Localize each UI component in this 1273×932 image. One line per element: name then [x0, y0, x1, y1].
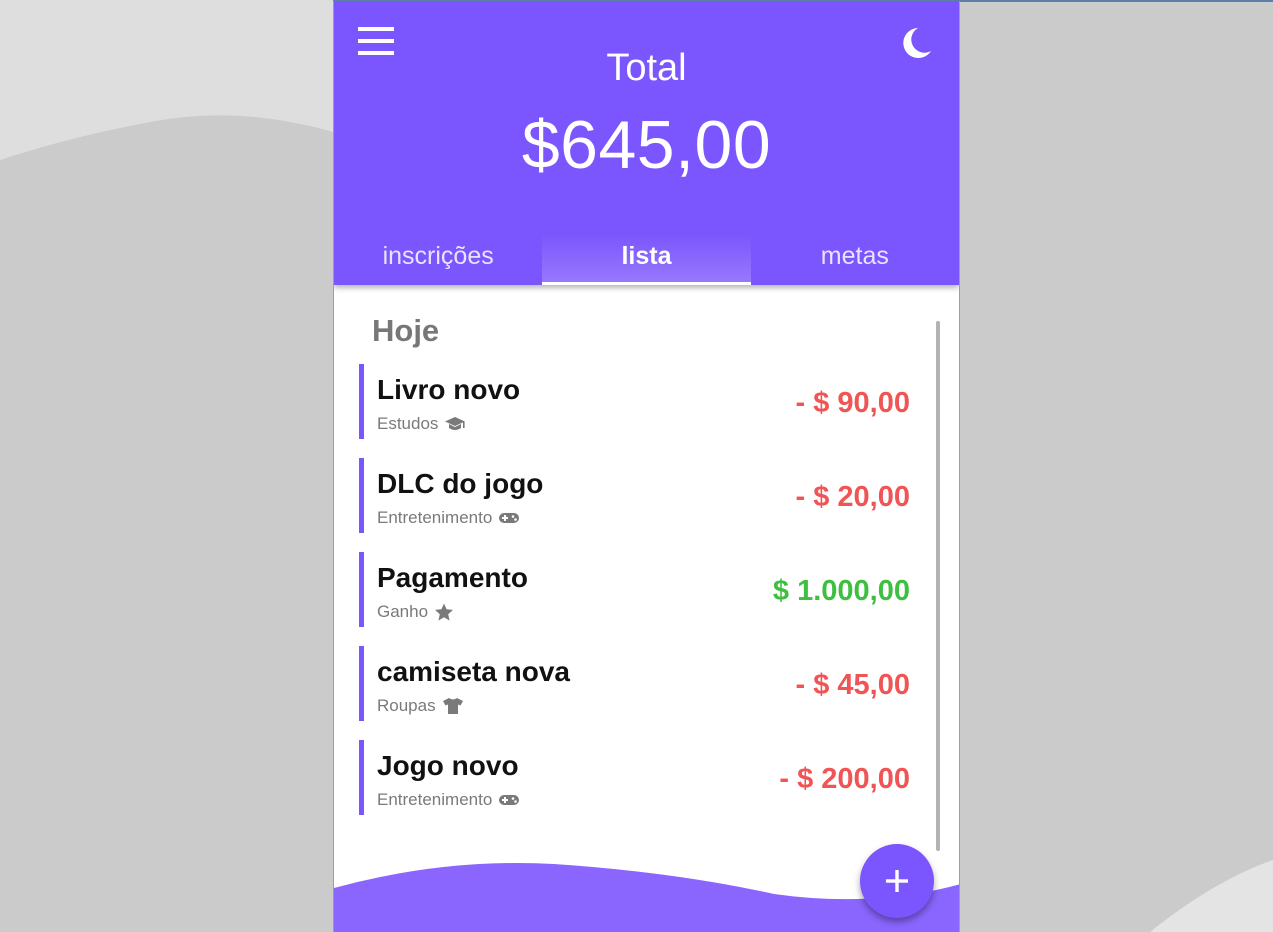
tab-inscricoes[interactable]: inscrições	[334, 233, 542, 285]
star-icon	[435, 603, 454, 621]
item-category-label: Roupas	[377, 696, 436, 715]
total-balance: $645,00	[521, 107, 772, 183]
gamepad-icon	[499, 795, 520, 805]
item-title: Livro novo	[377, 374, 521, 405]
list-item[interactable]: camiseta nova Roupas - $ 45,00	[359, 646, 910, 721]
item-category: Roupas	[377, 696, 464, 716]
list-item[interactable]: Jogo novo Entretenimento - $ 200,00	[359, 740, 910, 815]
tab-lista[interactable]: lista	[542, 233, 751, 285]
item-amount: - $ 200,00	[779, 763, 910, 795]
list-item[interactable]: Livro novo Estudos - $ 90,00	[359, 364, 910, 439]
item-title: Pagamento	[377, 562, 528, 593]
hamburger-menu-icon	[358, 27, 394, 31]
item-category: Entretenimento	[377, 790, 520, 810]
item-title: Jogo novo	[377, 750, 519, 781]
item-amount: - $ 20,00	[795, 481, 910, 513]
item-category: Estudos	[377, 414, 466, 434]
item-amount: - $ 45,00	[795, 669, 910, 701]
item-category: Entretenimento	[377, 508, 520, 528]
item-category-label: Estudos	[377, 414, 439, 433]
list-item[interactable]: Pagamento Ganho $ 1.000,00	[359, 552, 910, 627]
item-title: camiseta nova	[377, 656, 570, 687]
item-category-label: Entretenimento	[377, 508, 493, 527]
tab-metas[interactable]: metas	[751, 233, 959, 285]
tab-bar: inscrições lista metas	[334, 233, 959, 285]
item-category-label: Ganho	[377, 602, 429, 621]
plus-icon	[886, 870, 908, 892]
section-title: Hoje	[372, 313, 440, 348]
item-amount: $ 1.000,00	[772, 575, 910, 607]
tshirt-icon	[442, 698, 463, 714]
gamepad-icon	[499, 513, 520, 523]
item-category-label: Entretenimento	[377, 790, 493, 809]
graduation-cap-icon	[445, 417, 466, 430]
add-transaction-button[interactable]	[860, 844, 934, 918]
hamburger-menu-icon-line	[358, 39, 394, 43]
app-screen: Total $645,00 inscrições lista metas Hoj…	[333, 1, 960, 932]
item-title: DLC do jogo	[377, 468, 544, 499]
scrollbar[interactable]	[936, 321, 940, 851]
item-category: Ganho	[377, 602, 454, 622]
total-label: Total	[606, 47, 687, 89]
balance-header: Total $645,00 inscrições lista metas	[334, 1, 959, 285]
item-amount: - $ 90,00	[795, 387, 910, 419]
list-item[interactable]: DLC do jogo Entretenimento - $ 20,00	[359, 458, 910, 533]
